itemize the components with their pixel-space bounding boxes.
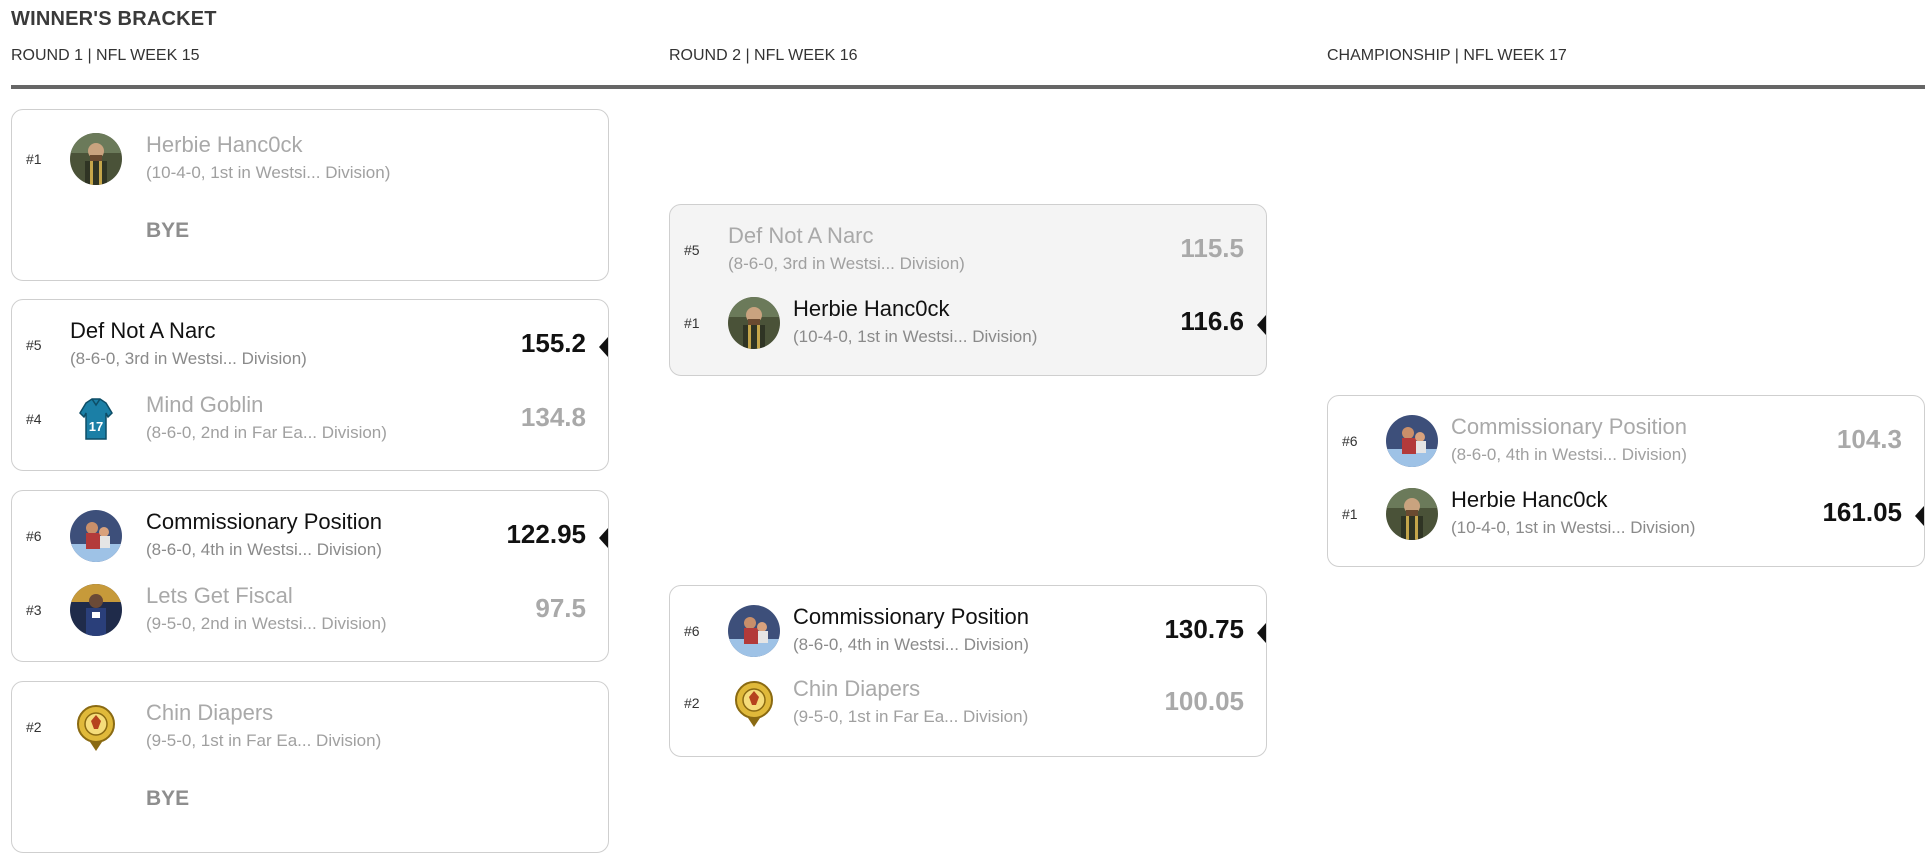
seed-label: #4 — [26, 411, 42, 427]
team-row[interactable]: #6 Commissionary Position (8-6-0, 4th in… — [670, 602, 1266, 660]
team-name[interactable]: Herbie Hanc0ck — [146, 132, 303, 158]
svg-text:17: 17 — [89, 419, 103, 434]
winner-arrow-icon — [1915, 506, 1924, 526]
wrestling-avatar-icon — [728, 605, 780, 657]
seed-label: #6 — [684, 623, 700, 639]
team-record: (8-6-0, 2nd in Far Ea... Division) — [146, 423, 387, 442]
bearded-man-avatar-icon — [728, 297, 780, 349]
team-record: (10-4-0, 1st in Westsi... Division) — [1451, 518, 1696, 537]
matchup-card-r1-m1[interactable]: #1 Herbie Hanc0ck (10-4-0, 1st in Westsi… — [11, 109, 609, 281]
team-score: 104.3 — [1836, 424, 1902, 454]
seed-label: #1 — [26, 151, 42, 167]
team-name[interactable]: Chin Diapers — [146, 700, 273, 726]
team-name[interactable]: Commissionary Position — [793, 604, 1029, 630]
team-name[interactable]: Herbie Hanc0ck — [793, 296, 950, 322]
team-name[interactable]: Mind Goblin — [146, 392, 263, 418]
winner-arrow-icon — [1257, 315, 1266, 335]
team-score: 100.05 — [1164, 686, 1244, 716]
team-record: (10-4-0, 1st in Westsi... Division) — [793, 327, 1038, 346]
team-record: (8-6-0, 4th in Westsi... Division) — [793, 635, 1029, 654]
team-record: (8-6-0, 3rd in Westsi... Division) — [728, 254, 965, 273]
team-name[interactable]: Commissionary Position — [1451, 414, 1687, 440]
team-row[interactable]: #2 Chin Diapers (9-5-0, 1st in Far Ea...… — [12, 698, 608, 756]
team-score: 161.05 — [1822, 497, 1902, 527]
winner-arrow-icon — [599, 337, 608, 357]
team-record: (10-4-0, 1st in Westsi... Division) — [146, 163, 391, 182]
team-score: 116.6 — [1180, 306, 1244, 336]
team-name[interactable]: Commissionary Position — [146, 509, 382, 535]
team-row[interactable]: #5 Def Not A Narc (8-6-0, 3rd in Westsi.… — [670, 221, 1266, 279]
team-name[interactable]: Herbie Hanc0ck — [1451, 487, 1608, 513]
seed-label: #2 — [26, 719, 42, 735]
page-title: WINNER'S BRACKET — [11, 8, 217, 30]
matchup-card-championship[interactable]: #6 Commissionary Position (8-6-0, 4th in… — [1327, 395, 1925, 567]
team-record: (9-5-0, 1st in Far Ea... Division) — [146, 731, 382, 750]
team-row[interactable]: #1 Herbie Hanc0ck (10-4-0, 1st in Westsi… — [670, 294, 1266, 352]
bye-label: BYE — [146, 219, 190, 242]
player-avatar-icon — [70, 584, 122, 636]
championship-label: CHAMPIONSHIP | NFL WEEK 17 — [1327, 47, 1567, 64]
team-score: 134.8 — [520, 402, 586, 432]
matchup-card-r1-m4[interactable]: #2 Chin Diapers (9-5-0, 1st in Far Ea...… — [11, 681, 609, 853]
jersey-17-icon: 17 — [70, 393, 122, 445]
round-1-label: ROUND 1 | NFL WEEK 15 — [11, 47, 200, 64]
winner-arrow-icon — [599, 528, 608, 548]
team-row[interactable]: #6 Commissionary Position (8-6-0, 4th in… — [1328, 412, 1924, 470]
team-name[interactable]: Def Not A Narc — [70, 318, 216, 344]
team-score: 122.95 — [506, 519, 586, 549]
clan-crest-icon — [70, 701, 122, 753]
team-record: (9-5-0, 2nd in Westsi... Division) — [146, 614, 387, 633]
team-row[interactable]: #4 17 Mind Goblin (8-6-0, 2nd in Far Ea.… — [12, 390, 608, 448]
team-score: 130.75 — [1164, 614, 1244, 644]
seed-label: #6 — [1342, 433, 1358, 449]
seed-label: #3 — [26, 602, 42, 618]
clan-crest-icon — [728, 677, 780, 729]
team-record: (8-6-0, 4th in Westsi... Division) — [146, 540, 382, 559]
team-name[interactable]: Chin Diapers — [793, 676, 920, 702]
team-row[interactable]: #2 Chin Diapers (9-5-0, 1st in Far Ea...… — [670, 674, 1266, 732]
team-record: (9-5-0, 1st in Far Ea... Division) — [793, 707, 1029, 726]
seed-label: #1 — [684, 315, 700, 331]
wrestling-avatar-icon — [1386, 415, 1438, 467]
seed-label: #5 — [26, 337, 42, 353]
seed-label: #1 — [1342, 506, 1358, 522]
wrestling-avatar-icon — [70, 510, 122, 562]
team-score: 155.2 — [520, 328, 586, 358]
team-row[interactable]: #6 Commissionary Position (8-6-0, 4th in… — [12, 507, 608, 565]
team-name[interactable]: Def Not A Narc — [728, 223, 874, 249]
bearded-man-avatar-icon — [70, 133, 122, 185]
bye-label: BYE — [146, 787, 190, 810]
seed-label: #5 — [684, 242, 700, 258]
matchup-card-r1-m2[interactable]: #5 Def Not A Narc (8-6-0, 3rd in Westsi.… — [11, 299, 609, 471]
bearded-man-avatar-icon — [1386, 488, 1438, 540]
seed-label: #2 — [684, 695, 700, 711]
header-divider — [11, 85, 1925, 89]
team-record: (8-6-0, 4th in Westsi... Division) — [1451, 445, 1687, 464]
matchup-card-r2-m2[interactable]: #6 Commissionary Position (8-6-0, 4th in… — [669, 585, 1267, 757]
team-name[interactable]: Lets Get Fiscal — [146, 583, 293, 609]
team-row[interactable]: #5 Def Not A Narc (8-6-0, 3rd in Westsi.… — [12, 316, 608, 374]
round-2-label: ROUND 2 | NFL WEEK 16 — [669, 47, 858, 64]
team-score: 97.5 — [535, 593, 586, 623]
team-row[interactable]: #3 Lets Get Fiscal (9-5-0, 2nd in Westsi… — [12, 581, 608, 639]
team-score: 115.5 — [1180, 233, 1244, 263]
team-row[interactable]: #1 Herbie Hanc0ck (10-4-0, 1st in Westsi… — [1328, 485, 1924, 543]
winner-arrow-icon — [1257, 623, 1266, 643]
team-record: (8-6-0, 3rd in Westsi... Division) — [70, 349, 307, 368]
matchup-card-r2-m1[interactable]: #5 Def Not A Narc (8-6-0, 3rd in Westsi.… — [669, 204, 1267, 376]
team-row[interactable]: #1 Herbie Hanc0ck (10-4-0, 1st in Westsi… — [12, 130, 608, 188]
seed-label: #6 — [26, 528, 42, 544]
matchup-card-r1-m3[interactable]: #6 Commissionary Position (8-6-0, 4th in… — [11, 490, 609, 662]
